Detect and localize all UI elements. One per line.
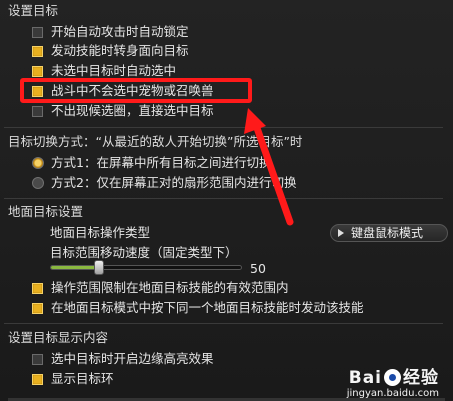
red-arrow-icon <box>244 108 294 226</box>
baidu-paw-icon <box>384 369 401 386</box>
watermark: Bai 经验 jingyan.baidu.com <box>347 363 439 399</box>
watermark-right: 经验 <box>403 368 439 388</box>
watermark-url: jingyan.baidu.com <box>346 388 439 399</box>
watermark-left: Bai <box>348 368 382 388</box>
